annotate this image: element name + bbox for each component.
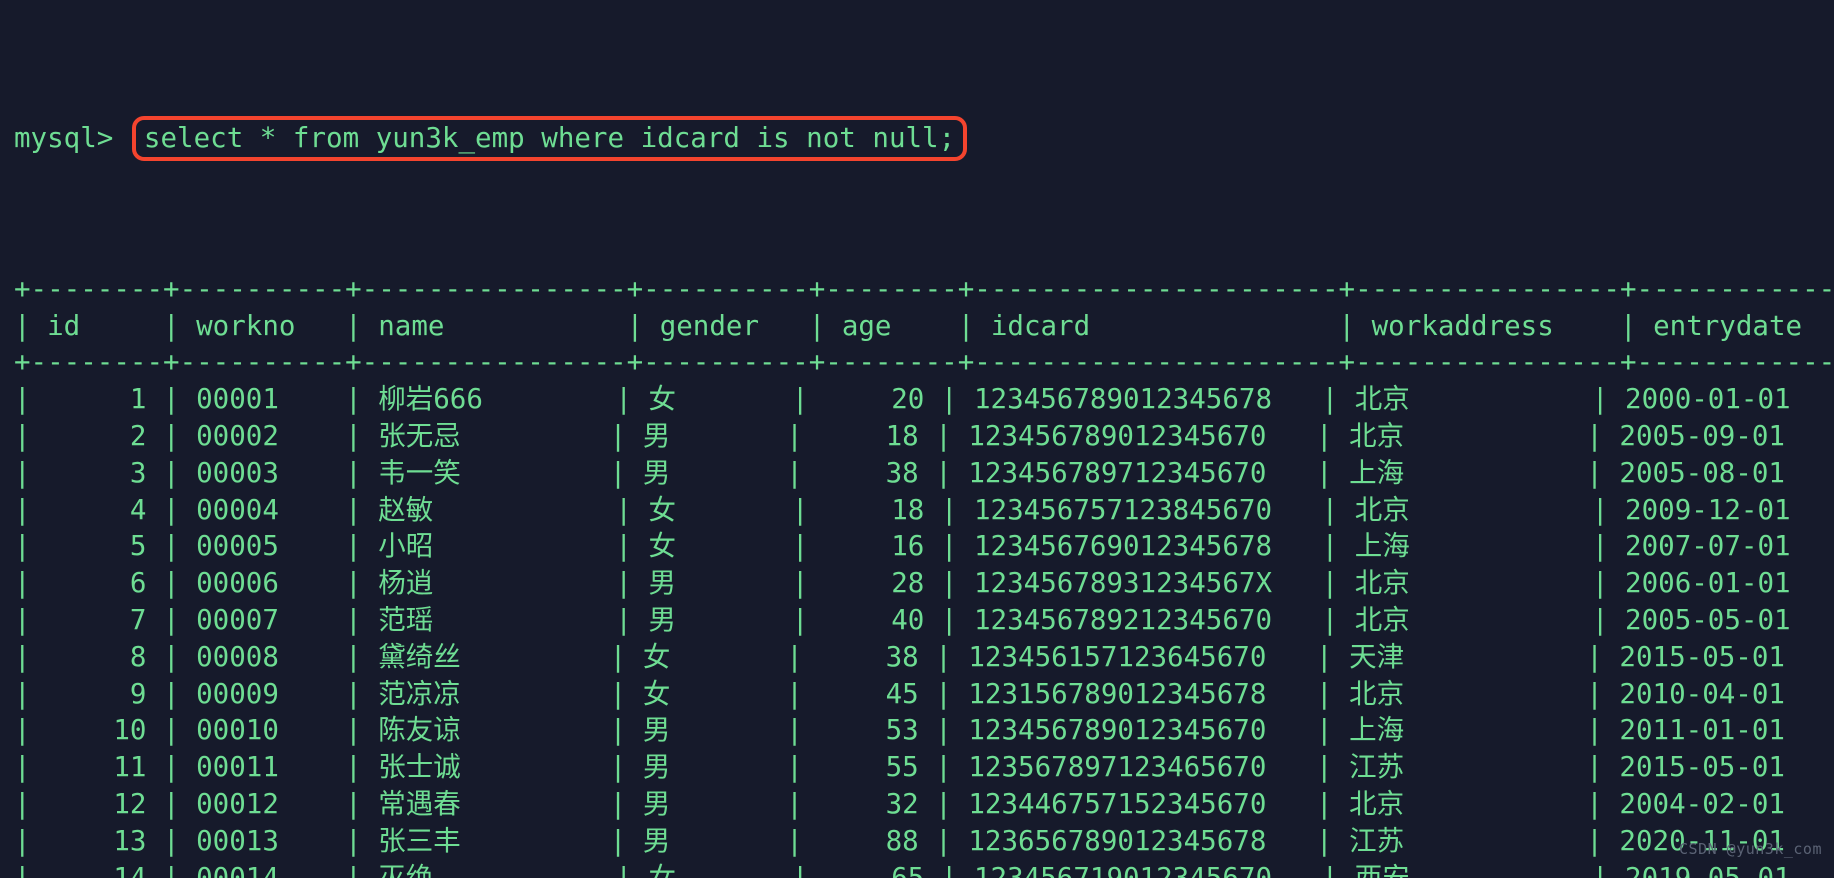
table-row: | 9 | 00009 | 范凉凉 | 女 | 45 | 12315678901… bbox=[14, 677, 1834, 710]
table-rule: +--------+----------+----------------+--… bbox=[14, 346, 1834, 379]
table-row: | 5 | 00005 | 小昭 | 女 | 16 | 123456769012… bbox=[14, 530, 1834, 563]
result-table: +--------+----------+----------------+--… bbox=[14, 271, 1834, 878]
table-row: | 7 | 00007 | 范瑶 | 男 | 40 | 123456789212… bbox=[14, 603, 1834, 636]
table-row: | 6 | 00006 | 杨逍 | 男 | 28 | 123456789312… bbox=[14, 567, 1834, 600]
table-row: | 1 | 00001 | 柳岩666 | 女 | 20 | 123456789… bbox=[14, 383, 1834, 416]
table-row: | 14 | 00014 | 灭绝 | 女 | 65 | 12345671901… bbox=[14, 861, 1834, 878]
table-row: | id | workno | name | gender | age | id… bbox=[14, 309, 1834, 342]
table-row: | 3 | 00003 | 韦一笑 | 男 | 38 | 12345678971… bbox=[14, 456, 1834, 489]
table-rule: +--------+----------+----------------+--… bbox=[14, 272, 1834, 305]
terminal-output: mysql> select * from yun3k_emp where idc… bbox=[14, 6, 1834, 878]
table-row: | 11 | 00011 | 张士诚 | 男 | 55 | 1235678971… bbox=[14, 751, 1834, 784]
mysql-prompt-label: mysql> bbox=[14, 121, 130, 154]
table-row: | 8 | 00008 | 黛绮丝 | 女 | 38 | 12345615712… bbox=[14, 640, 1834, 673]
query-prompt-line: mysql> select * from yun3k_emp where idc… bbox=[14, 115, 1834, 161]
csdn-watermark: CSDN @yun3k_com bbox=[1679, 840, 1822, 859]
mysql-terminal-window: mysql> select * from yun3k_emp where idc… bbox=[0, 0, 1834, 878]
table-row: | 10 | 00010 | 陈友谅 | 男 | 53 | 1234567890… bbox=[14, 714, 1834, 747]
table-row: | 12 | 00012 | 常遇春 | 男 | 32 | 1234467571… bbox=[14, 787, 1834, 820]
sql-query-highlighted[interactable]: select * from yun3k_emp where idcard is … bbox=[131, 115, 968, 161]
table-row: | 2 | 00002 | 张无忌 | 男 | 18 | 12345678901… bbox=[14, 419, 1834, 452]
table-row: | 4 | 00004 | 赵敏 | 女 | 18 | 123456757123… bbox=[14, 493, 1834, 526]
table-row: | 13 | 00013 | 张三丰 | 男 | 88 | 1236567890… bbox=[14, 824, 1834, 857]
